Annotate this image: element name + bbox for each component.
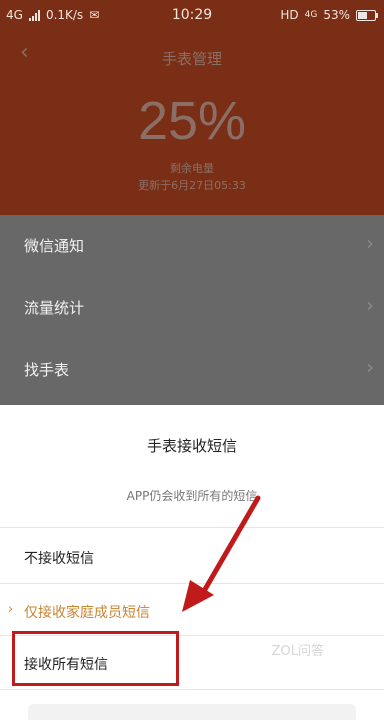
network-type-2: 4G xyxy=(304,10,318,20)
annotation-highlight-box xyxy=(12,631,179,686)
list-item-label: 流量统计 xyxy=(24,299,85,317)
page-title: 手表管理 xyxy=(161,50,222,68)
option-family-sms[interactable]: › 仅接收家庭成员短信 xyxy=(0,585,384,637)
hd-indicator: HD xyxy=(280,8,299,22)
watermark-text: ZOL问答 xyxy=(271,644,324,659)
divider xyxy=(0,527,384,528)
chevron-right-icon: › xyxy=(366,231,374,255)
battery-label: 剩余电量 xyxy=(170,162,214,175)
sheet-title: 手表接收短信 xyxy=(146,437,237,455)
option-label: 不接收短信 xyxy=(24,551,94,567)
list-item-label: 微信通知 xyxy=(24,237,85,255)
list-item-traffic[interactable]: 流量统计 › xyxy=(0,277,384,339)
option-label: 仅接收家庭成员短信 xyxy=(24,605,150,621)
chevron-right-icon: › xyxy=(366,355,374,379)
battery-percent: 53% xyxy=(323,8,350,22)
sheet-description: APP仍会收到所有的短信 xyxy=(126,489,258,503)
divider xyxy=(0,583,384,584)
watch-header: ‹ 手表管理 25% 剩余电量 更新于6月27日05:33 xyxy=(0,30,384,215)
updated-time: 更新于6月27日05:33 xyxy=(138,179,246,192)
battery-icon xyxy=(356,9,378,21)
option-no-sms[interactable]: 不接收短信 xyxy=(0,531,384,583)
battery-level: 25% xyxy=(137,91,247,151)
list-item-find-watch[interactable]: 找手表 › xyxy=(0,339,384,401)
chevron-right-icon: › xyxy=(366,293,374,317)
list-item-label: 找手表 xyxy=(24,361,70,379)
selected-chevron-icon: › xyxy=(8,602,14,617)
list-item-wechat[interactable]: 微信通知 › xyxy=(0,215,384,277)
status-right: HD 4G 53% xyxy=(280,8,378,22)
bottom-edge xyxy=(28,704,356,720)
divider xyxy=(0,689,384,690)
status-bar: 4G 0.1K/s ✉ 10:29 HD 4G 53% xyxy=(0,0,384,30)
settings-list: 微信通知 › 流量统计 › 找手表 › xyxy=(0,215,384,405)
